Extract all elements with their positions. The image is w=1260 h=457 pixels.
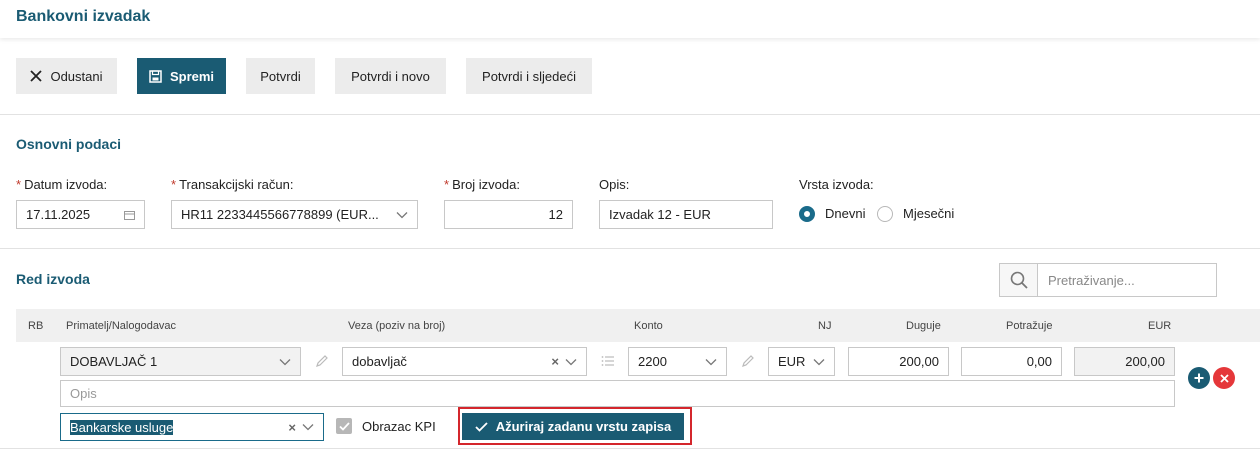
confirm-next-button-label: Potvrdi i sljedeći xyxy=(482,68,576,84)
debit-value: 200,00 xyxy=(899,354,939,369)
update-record-type-button[interactable]: Ažuriraj zadanu vrstu zapisa xyxy=(462,413,684,440)
account-value: HR11 2233445566778899 (EUR... xyxy=(181,207,379,222)
date-label: * Datum izvoda: xyxy=(16,177,107,192)
number-value: 12 xyxy=(548,207,563,222)
chevron-down-icon xyxy=(813,356,825,368)
delete-row-button[interactable] xyxy=(1213,367,1235,389)
date-field[interactable]: 17.11.2025 xyxy=(16,200,145,229)
search-input[interactable]: Pretraživanje... xyxy=(1038,264,1216,296)
date-value: 17.11.2025 xyxy=(26,207,91,222)
close-icon xyxy=(30,70,43,82)
grid-header: RB Primatelj/Nalogodavac Veza (poziv na … xyxy=(16,309,1260,342)
credit-field[interactable]: 0,00 xyxy=(961,347,1062,376)
update-record-type-label: Ažuriraj zadanu vrstu zapisa xyxy=(495,419,672,434)
save-button[interactable]: Spremi xyxy=(137,58,226,94)
account-label-text: Transakcijski račun: xyxy=(179,177,294,192)
eur-field: 200,00 xyxy=(1074,347,1175,376)
edit-icon[interactable] xyxy=(739,352,757,370)
col-rb: RB xyxy=(28,320,44,332)
number-label-text: Broj izvoda: xyxy=(452,177,520,192)
col-debit: Duguje xyxy=(906,320,941,332)
page-title: Bankovni izvadak xyxy=(16,8,151,25)
currency-select[interactable]: EUR xyxy=(768,347,835,376)
check-icon xyxy=(338,421,350,431)
confirm-button[interactable]: Potvrdi xyxy=(246,58,315,94)
cancel-button[interactable]: Odustani xyxy=(16,58,117,94)
record-type-select[interactable]: Bankarske usluge × xyxy=(60,413,324,441)
toolbar: Odustani Spremi Potvrdi Potvrdi i novo P… xyxy=(0,58,1260,94)
account-code-value: 2200 xyxy=(638,354,667,369)
col-eur: EUR xyxy=(1148,320,1172,332)
number-field[interactable]: 12 xyxy=(444,200,573,229)
col-account: Konto xyxy=(634,320,663,332)
check-icon xyxy=(475,421,488,432)
kpi-checkbox[interactable] xyxy=(336,418,352,434)
divider xyxy=(0,448,1260,449)
radio-monthly[interactable] xyxy=(877,206,893,222)
debit-field[interactable]: 200,00 xyxy=(848,347,949,376)
desc-value: Izvadak 12 - EUR xyxy=(609,207,711,222)
chevron-down-icon xyxy=(705,356,717,368)
account-select[interactable]: HR11 2233445566778899 (EUR... xyxy=(171,200,418,229)
ref-value: dobavljač xyxy=(352,354,407,369)
list-icon[interactable] xyxy=(599,352,617,370)
currency-value: EUR xyxy=(778,354,806,369)
radio-daily[interactable] xyxy=(799,206,815,222)
clear-icon[interactable]: × xyxy=(288,420,296,435)
save-icon xyxy=(149,69,162,83)
confirm-new-button[interactable]: Potvrdi i novo xyxy=(335,58,446,94)
title-bar: Bankovni izvadak xyxy=(0,0,1260,38)
section-title-basic: Osnovni podaci xyxy=(16,136,122,152)
col-currency: NJ xyxy=(818,320,832,332)
required-mark: * xyxy=(171,177,177,192)
radio-daily-label: Dnevni xyxy=(825,206,866,221)
close-icon xyxy=(1219,373,1229,383)
col-credit: Potražuje xyxy=(1006,320,1053,332)
plus-icon xyxy=(1194,373,1204,383)
divider xyxy=(0,114,1260,115)
edit-icon[interactable] xyxy=(313,352,331,370)
row-desc-field[interactable]: Opis xyxy=(60,380,1175,407)
add-row-button[interactable] xyxy=(1188,367,1210,389)
date-label-text: Datum izvoda: xyxy=(24,177,108,192)
search-icon[interactable] xyxy=(1000,264,1038,296)
divider xyxy=(0,248,1260,249)
desc-label: Opis: xyxy=(599,177,630,192)
type-label: Vrsta izvoda: xyxy=(799,177,874,192)
payee-select[interactable]: DOBAVLJAČ 1 xyxy=(60,347,301,376)
section-title-lines: Red izvoda xyxy=(16,271,90,287)
number-label: * Broj izvoda: xyxy=(444,177,520,192)
account-code-select[interactable]: 2200 xyxy=(628,347,727,376)
desc-field[interactable]: Izvadak 12 - EUR xyxy=(599,200,773,229)
chevron-down-icon xyxy=(302,421,314,433)
clear-icon[interactable]: × xyxy=(551,354,559,369)
col-payee: Primatelj/Nalogodavac xyxy=(66,320,177,332)
cancel-button-label: Odustani xyxy=(50,68,103,84)
radio-monthly-label: Mjesečni xyxy=(903,206,955,221)
record-type-value: Bankarske usluge xyxy=(70,419,174,435)
payee-value: DOBAVLJAČ 1 xyxy=(70,354,158,369)
eur-value: 200,00 xyxy=(1125,354,1165,369)
account-label: * Transakcijski račun: xyxy=(171,177,293,192)
row-desc-placeholder: Opis xyxy=(70,386,97,401)
chevron-down-icon xyxy=(279,356,291,368)
ref-select[interactable]: dobavljač × xyxy=(342,347,587,376)
search-box: Pretraživanje... xyxy=(999,263,1217,297)
required-mark: * xyxy=(16,177,22,192)
required-mark: * xyxy=(444,177,450,192)
credit-value: 0,00 xyxy=(1026,354,1052,369)
confirm-next-button[interactable]: Potvrdi i sljedeći xyxy=(466,58,592,94)
chevron-down-icon xyxy=(396,209,408,221)
col-ref: Veza (poziv na broj) xyxy=(348,320,446,332)
confirm-button-label: Potvrdi xyxy=(260,68,301,84)
kpi-label: Obrazac KPI xyxy=(362,419,436,434)
calendar-icon[interactable] xyxy=(123,209,135,221)
confirm-new-button-label: Potvrdi i novo xyxy=(351,68,430,84)
save-button-label: Spremi xyxy=(169,68,215,84)
chevron-down-icon xyxy=(565,356,577,368)
